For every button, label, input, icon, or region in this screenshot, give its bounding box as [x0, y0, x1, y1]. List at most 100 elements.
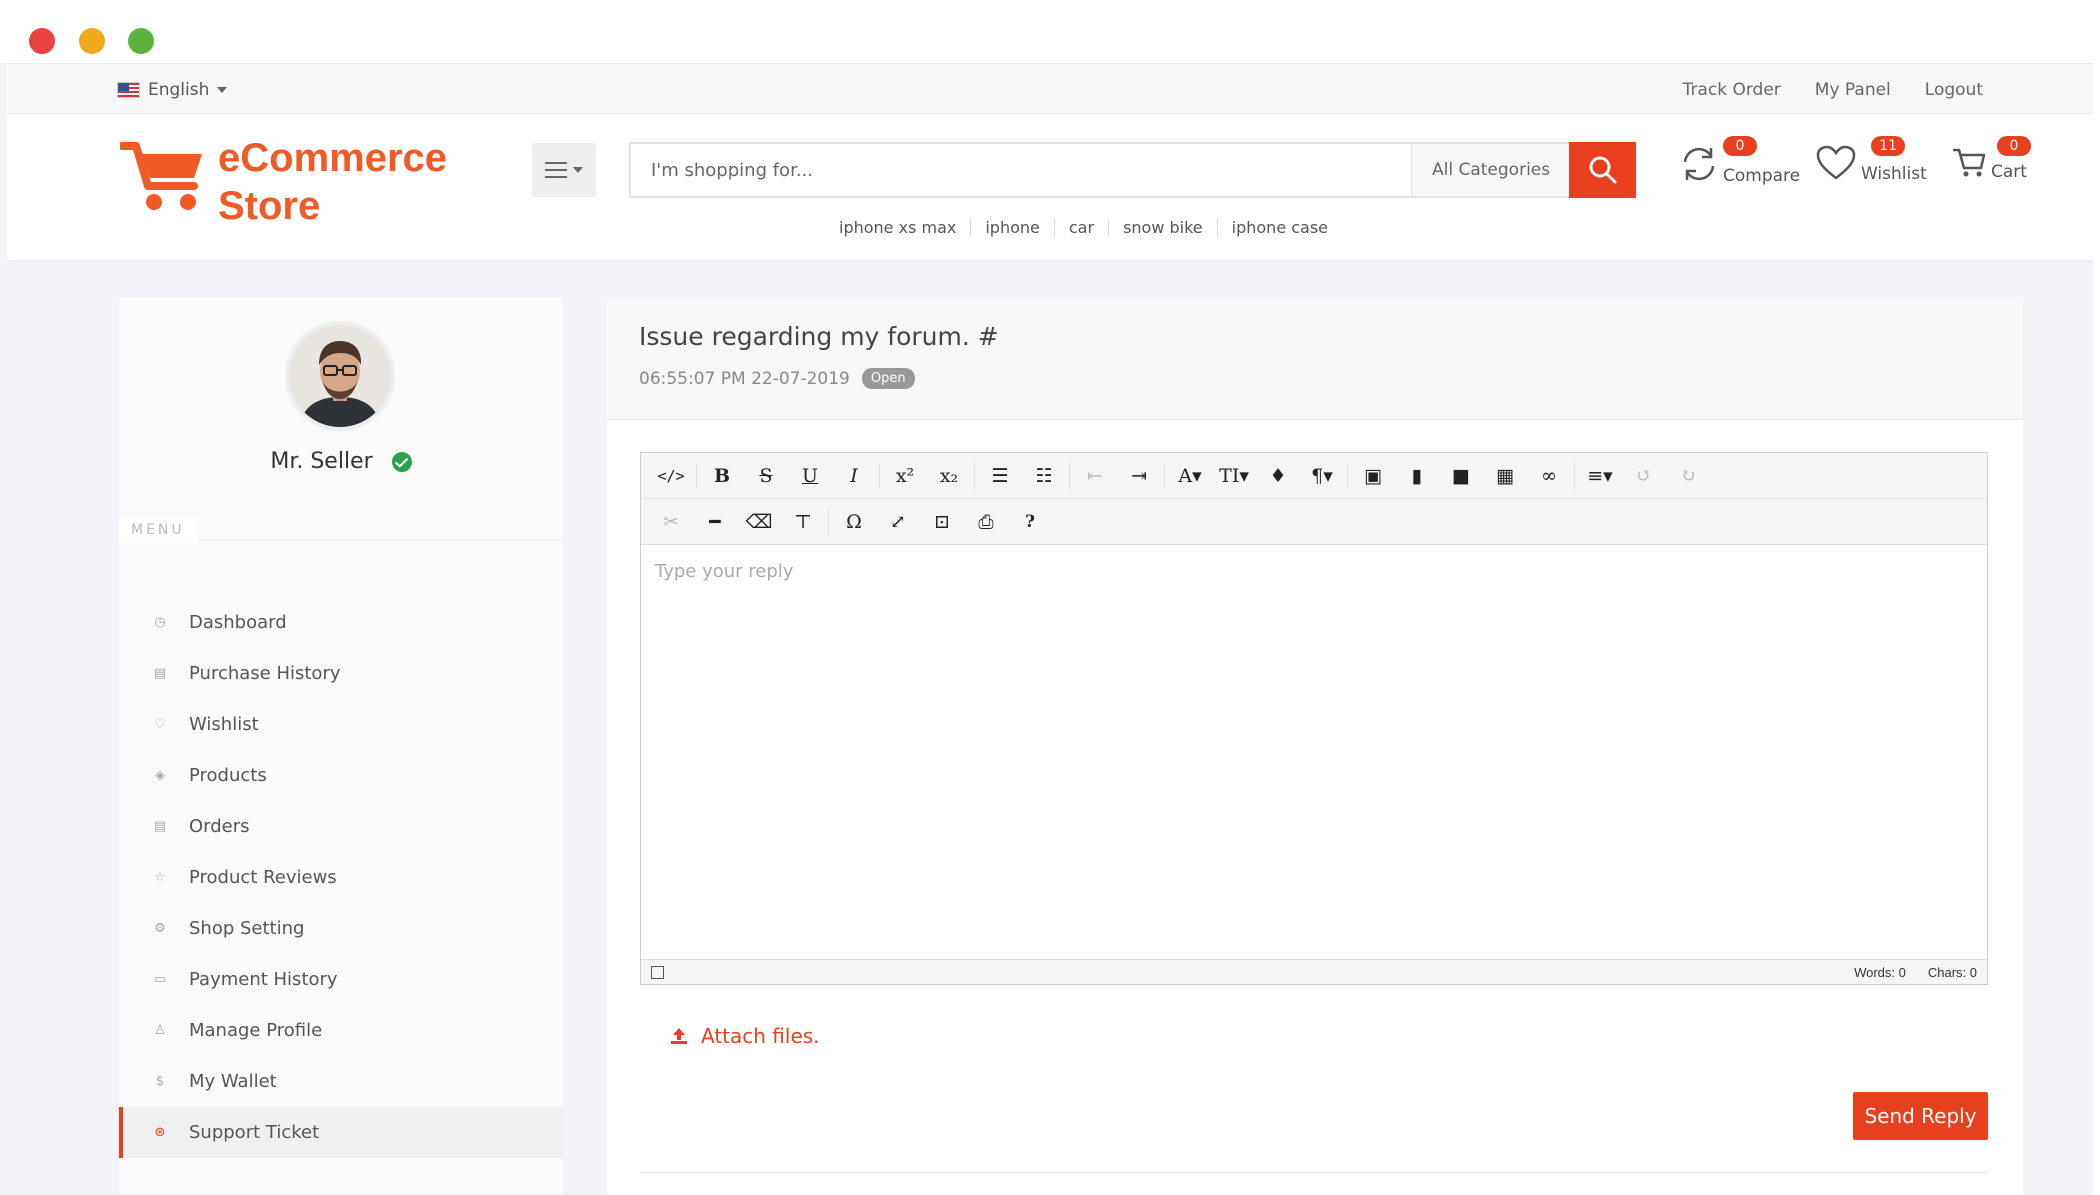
- select-all-icon[interactable]: ⊡: [920, 504, 964, 540]
- money-icon: ▭: [153, 971, 167, 987]
- strikethrough-icon[interactable]: S: [744, 458, 788, 494]
- window-titlebar: [0, 0, 2100, 63]
- font-color-icon[interactable]: A▾: [1168, 458, 1212, 494]
- window-edge: [2093, 63, 2100, 1195]
- ticket-timestamp: 06:55:07 PM 22-07-2019: [639, 368, 850, 389]
- table-icon[interactable]: ▦: [1483, 458, 1527, 494]
- outdent-icon[interactable]: ⇤: [1073, 458, 1117, 494]
- send-reply-button[interactable]: Send Reply: [1853, 1092, 1988, 1140]
- sidebar-item-dashboard[interactable]: ◷ Dashboard: [119, 597, 563, 648]
- sidebar-item-payment-history[interactable]: ▭ Payment History: [119, 954, 563, 1005]
- attach-files-link[interactable]: Attach files.: [669, 1024, 820, 1048]
- cut-icon[interactable]: ✂: [649, 504, 693, 540]
- sidebar-item-purchase-history[interactable]: ▤ Purchase History: [119, 648, 563, 699]
- maximize-window-button[interactable]: [128, 28, 154, 54]
- video-icon[interactable]: ■: [1439, 458, 1483, 494]
- text-color-drop-icon[interactable]: ♦: [1256, 458, 1300, 494]
- menu-heading: MENU: [119, 517, 199, 543]
- logo-text: eCommerce Store: [218, 134, 447, 230]
- close-window-button[interactable]: [29, 28, 55, 54]
- top-bar: English Track Order My Panel Logout: [7, 63, 2093, 114]
- help-icon[interactable]: ?: [1008, 504, 1052, 540]
- font-size-icon[interactable]: TI▾: [1212, 458, 1256, 494]
- search-bar: All Categories: [629, 142, 1635, 198]
- sidebar-item-products[interactable]: ◈ Products: [119, 750, 563, 801]
- logo-line1: eCommerce: [218, 136, 448, 180]
- dashboard-icon: ◷: [154, 614, 166, 630]
- file-icon[interactable]: ▮: [1395, 458, 1439, 494]
- suggestion-link[interactable]: iphone: [971, 218, 1055, 237]
- align-icon[interactable]: ≡▾: [1578, 458, 1622, 494]
- user-avatar-image: [289, 325, 391, 427]
- suggestion-link[interactable]: iphone xs max: [825, 218, 972, 237]
- redo-icon[interactable]: ↻: [1666, 458, 1710, 494]
- compare-link[interactable]: Compare 0: [1679, 136, 1801, 186]
- sidebar-item-my-wallet[interactable]: $ My Wallet: [119, 1056, 563, 1107]
- image-icon[interactable]: ▣: [1351, 458, 1395, 494]
- char-count: Chars: 0: [1927, 964, 1977, 980]
- search-input[interactable]: [631, 144, 1411, 196]
- seller-name: Mr. Seller: [270, 449, 373, 474]
- logout-link[interactable]: Logout: [1925, 80, 1983, 100]
- reply-textarea[interactable]: Type your reply: [641, 545, 1987, 961]
- wishlist-label: Wishlist: [1861, 164, 1927, 184]
- language-selector[interactable]: English: [117, 80, 228, 100]
- sidebar-item-shop-setting[interactable]: ⚙ Shop Setting: [119, 903, 563, 954]
- cart-link[interactable]: Cart 0: [1951, 136, 2031, 182]
- superscript-icon[interactable]: x²: [883, 458, 927, 494]
- heart-icon: [1816, 145, 1856, 180]
- sidebar-item-wishlist[interactable]: ♡ Wishlist: [119, 699, 563, 750]
- verified-check-icon: [391, 452, 412, 472]
- sidebar-item-product-reviews[interactable]: ☆ Product Reviews: [119, 852, 563, 903]
- numbered-list-icon[interactable]: ☷: [1022, 458, 1066, 494]
- star-icon: ☆: [154, 869, 166, 885]
- search-button[interactable]: [1569, 142, 1636, 198]
- compare-label: Compare: [1723, 166, 1801, 186]
- sidebar-item-label: Manage Profile: [189, 1020, 323, 1041]
- ticket-header: Issue regarding my forum. # 06:55:07 PM …: [607, 298, 2023, 420]
- divider: [640, 1172, 1988, 1173]
- track-order-link[interactable]: Track Order: [1683, 80, 1781, 100]
- attach-files-label: Attach files.: [701, 1024, 820, 1048]
- italic-icon[interactable]: I: [832, 458, 876, 494]
- subscript-icon[interactable]: x₂: [927, 458, 971, 494]
- horizontal-rule-icon[interactable]: ━: [693, 504, 737, 540]
- format-painter-icon[interactable]: ⊤: [781, 504, 825, 540]
- category-menu-button[interactable]: [532, 143, 596, 197]
- sidebar-item-support-ticket[interactable]: ⊛ Support Ticket: [119, 1107, 563, 1158]
- indent-icon[interactable]: ⇥: [1117, 458, 1161, 494]
- store-logo[interactable]: eCommerce Store: [120, 134, 447, 230]
- minimize-window-button[interactable]: [79, 28, 105, 54]
- print-icon[interactable]: ⎙: [964, 504, 1008, 540]
- special-character-icon[interactable]: Ω: [832, 504, 876, 540]
- sidebar-item-label: My Wallet: [189, 1071, 277, 1092]
- gear-icon: ⚙: [154, 920, 166, 936]
- my-panel-link[interactable]: My Panel: [1815, 80, 1891, 100]
- ticket-meta: 06:55:07 PM 22-07-2019 Open: [639, 368, 915, 389]
- sidebar-item-label: Purchase History: [189, 663, 341, 684]
- user-icon: ♙: [154, 1022, 166, 1038]
- sidebar-item-orders[interactable]: ▤ Orders: [119, 801, 563, 852]
- hamburger-icon: [545, 162, 567, 178]
- bold-icon[interactable]: B: [700, 458, 744, 494]
- resize-icon[interactable]: [651, 966, 664, 979]
- paragraph-icon[interactable]: ¶▾: [1300, 458, 1344, 494]
- suggestion-link[interactable]: iphone case: [1218, 218, 1342, 237]
- compare-count-badge: 0: [1723, 136, 1757, 156]
- eraser-icon[interactable]: ⌫: [737, 504, 781, 540]
- upload-icon: [671, 1028, 687, 1044]
- diamond-icon: ◈: [155, 767, 165, 783]
- underline-icon[interactable]: U: [788, 458, 832, 494]
- fullscreen-icon[interactable]: ⤢: [876, 504, 920, 540]
- language-label: English: [148, 80, 210, 100]
- code-view-icon[interactable]: </>: [649, 458, 693, 494]
- bulleted-list-icon[interactable]: ☰: [978, 458, 1022, 494]
- suggestion-link[interactable]: snow bike: [1109, 218, 1218, 237]
- suggestion-link[interactable]: car: [1055, 218, 1110, 237]
- sidebar-item-label: Dashboard: [189, 612, 287, 633]
- sidebar-item-manage-profile[interactable]: ♙ Manage Profile: [119, 1005, 563, 1056]
- link-icon[interactable]: ∞: [1527, 458, 1571, 494]
- heart-icon: ♡: [154, 716, 166, 732]
- wishlist-link[interactable]: Wishlist 11: [1815, 136, 1927, 184]
- undo-icon[interactable]: ↺: [1622, 458, 1666, 494]
